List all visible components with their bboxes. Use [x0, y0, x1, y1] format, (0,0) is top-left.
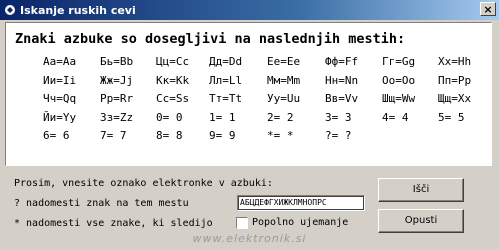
window-title: Iskanje ruskih cevi	[20, 3, 136, 17]
alphabet-cell: Кк=Kk	[156, 73, 190, 87]
alphabet-cell: Фф=Ff	[325, 55, 359, 68]
alphabet-cell: Лл=Ll	[209, 73, 243, 87]
hint-question-label: ? nadomesti znak na tem mestu	[14, 198, 189, 209]
alphabet-cell: Йи=Yy	[43, 110, 77, 124]
panel-heading: Znaki azbuke so dosegljivi na naslednjih…	[15, 31, 406, 47]
search-input[interactable]: АБЦДЕФГХИЖКЛМНОПРС	[237, 195, 365, 211]
prompt-label: Prosim, vnesite oznako elektronke v azbu…	[14, 178, 273, 189]
alphabet-cell: Рр=Rr	[100, 92, 134, 105]
alphabet-cell: 6= 6	[43, 129, 70, 142]
alphabet-cell: Мм=Mm	[267, 73, 301, 87]
alphabet-cell: Шщ=Ww	[382, 92, 416, 105]
alphabet-cell: 9= 9	[209, 129, 236, 142]
alphabet-cell: Нн=Nn	[325, 73, 359, 87]
alphabet-cell: Зз=Zz	[100, 110, 134, 124]
close-button[interactable]: ×	[480, 2, 496, 16]
alphabet-cell: 1= 1	[209, 110, 236, 124]
alphabet-cell: Дд=Dd	[209, 55, 243, 68]
alphabet-cell: Щщ=Xx	[438, 92, 472, 105]
alphabet-cell: Жж=Jj	[100, 73, 134, 87]
alphabet-cell: 2= 2	[267, 110, 294, 124]
title-bar: Iskanje ruskih cevi ×	[0, 0, 499, 20]
alphabet-cell: Аа=Aa	[43, 55, 77, 68]
alphabet-cell: Ии=Ii	[43, 73, 77, 87]
alphabet-cell: Гг=Gg	[382, 55, 416, 68]
exact-match-checkbox[interactable]	[236, 217, 248, 229]
alphabet-cell: Бь=Bb	[100, 55, 134, 68]
hint-star-label: * nadomesti vse znake, ki sledijo	[14, 218, 213, 229]
alphabet-cell: Сс=Ss	[156, 92, 190, 105]
alphabet-cell: 5= 5	[438, 110, 465, 124]
alphabet-cell: ?= ?	[325, 129, 352, 142]
alphabet-panel: Znaki azbuke so dosegljivi na naslednjih…	[5, 22, 492, 166]
alphabet-cell: Цц=Cc	[156, 55, 190, 68]
alphabet-cell: 7= 7	[100, 129, 127, 142]
alphabet-cell: 3= 3	[325, 110, 352, 124]
alphabet-cell: *= *	[267, 129, 294, 142]
cancel-button[interactable]: Opusti	[378, 209, 464, 233]
search-button[interactable]: Išči	[378, 178, 464, 202]
alphabet-cell: Пп=Pp	[438, 73, 472, 87]
alphabet-cell: Вв=Vv	[325, 92, 359, 105]
alphabet-cell: Чч=Qq	[43, 92, 77, 105]
alphabet-cell: 0= 0	[156, 110, 183, 124]
alphabet-cell: Тт=Tt	[209, 92, 243, 105]
alphabet-cell: 4= 4	[382, 110, 409, 124]
watermark: www.elektronik.si	[192, 232, 307, 245]
alphabet-cell: Уу=Uu	[267, 92, 301, 105]
app-icon	[5, 5, 15, 15]
alphabet-cell: Ее=Ee	[267, 55, 301, 68]
alphabet-cell: Хх=Hh	[438, 55, 472, 68]
exact-match-label: Popolno ujemanje	[252, 217, 349, 228]
alphabet-cell: 8= 8	[156, 129, 183, 142]
alphabet-cell: Оо=Oo	[382, 73, 416, 87]
